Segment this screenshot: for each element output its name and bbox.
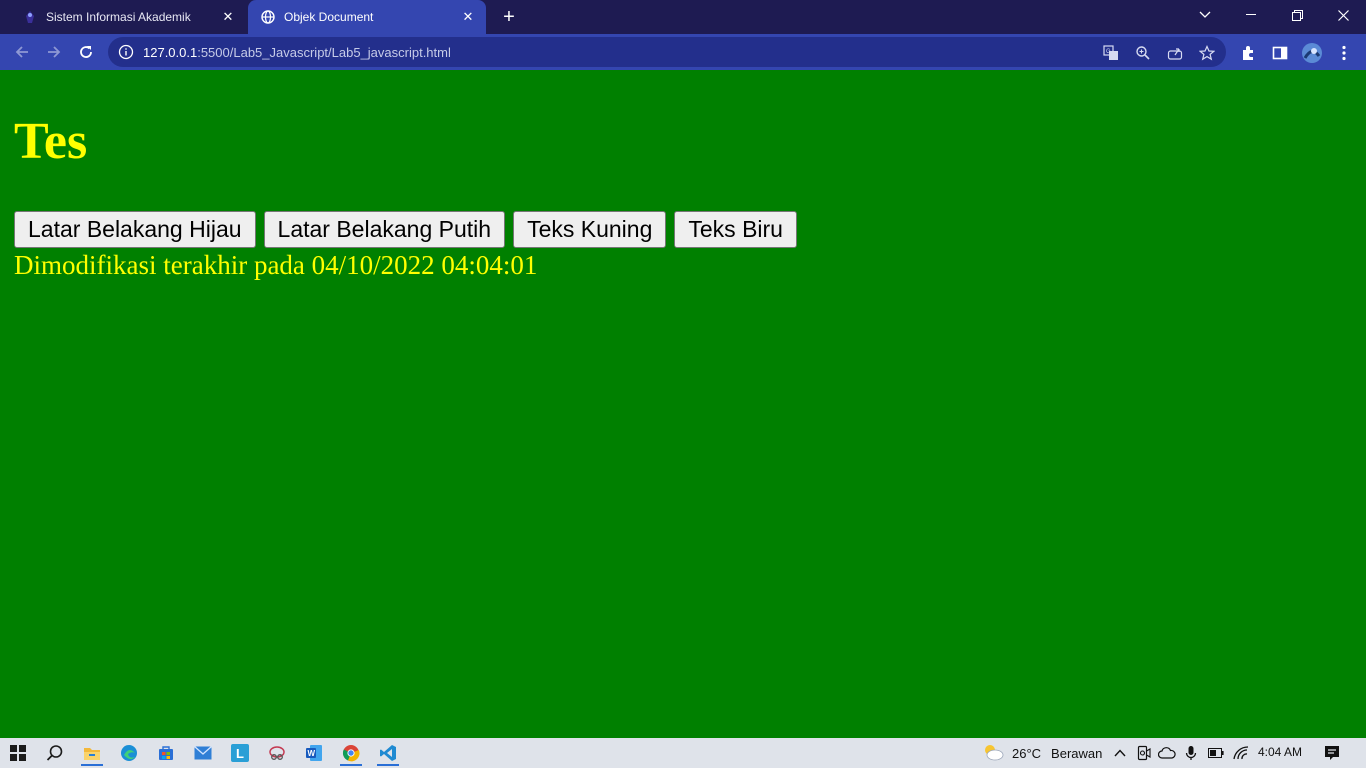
white-background-button[interactable]: Latar Belakang Putih	[263, 211, 506, 248]
bookmark-star-icon[interactable]	[1197, 43, 1217, 63]
profile-avatar[interactable]	[1301, 42, 1323, 64]
url-path: :5500/Lab5_Javascript/Lab5_javascript.ht…	[197, 45, 451, 60]
windows-taskbar: L W 26°C Berawan 4:04 AM	[0, 738, 1366, 768]
reload-icon[interactable]	[72, 38, 100, 66]
svg-text:W: W	[308, 749, 316, 758]
address-bar[interactable]: 127.0.0.1:5500/Lab5_Javascript/Lab5_java…	[108, 37, 1226, 67]
button-row: Latar Belakang Hijau Latar Belakang Puti…	[14, 211, 797, 248]
url-text[interactable]: 127.0.0.1:5500/Lab5_Javascript/Lab5_java…	[143, 45, 451, 60]
side-panel-icon[interactable]	[1269, 42, 1291, 64]
partly-cloudy-icon	[982, 743, 1004, 764]
site-info-icon[interactable]	[118, 44, 134, 60]
new-tab-button[interactable]: +	[496, 5, 522, 29]
share-icon[interactable]	[1165, 43, 1185, 63]
yellow-text-button[interactable]: Teks Kuning	[513, 211, 667, 248]
wifi-icon[interactable]	[1232, 744, 1250, 762]
blue-text-button[interactable]: Teks Biru	[674, 211, 797, 248]
svg-text:L: L	[236, 746, 244, 761]
green-background-button[interactable]: Latar Belakang Hijau	[14, 211, 256, 248]
notification-center-icon[interactable]	[1322, 743, 1342, 763]
weather-temperature: 26°C	[1012, 746, 1042, 761]
chevron-up-icon[interactable]	[1111, 744, 1129, 762]
vscode-icon[interactable]	[371, 740, 405, 766]
translate-icon[interactable]: G	[1101, 43, 1121, 63]
file-explorer-icon[interactable]	[75, 740, 109, 766]
search-icon[interactable]	[38, 740, 72, 766]
microphone-icon[interactable]	[1182, 744, 1200, 762]
zoom-icon[interactable]	[1133, 43, 1153, 63]
globe-icon	[260, 9, 276, 25]
page-viewport: Tes Latar Belakang Hijau Latar Belakang …	[0, 70, 1366, 738]
start-icon[interactable]	[1, 740, 35, 766]
browser-tab-bar: Sistem Informasi Akademik ✕ Objek Docume…	[0, 0, 1366, 34]
tab-search-icon[interactable]	[1182, 0, 1228, 30]
tab-sistem-informasi-akademik[interactable]: Sistem Informasi Akademik ✕	[8, 0, 246, 34]
taskbar-clock[interactable]: 4:04 AM	[1258, 745, 1302, 759]
meet-now-icon[interactable]	[1135, 744, 1153, 762]
extensions-icon[interactable]	[1237, 42, 1259, 64]
back-icon[interactable]	[8, 38, 36, 66]
chrome-icon[interactable]	[334, 740, 368, 766]
tab-favicon	[22, 9, 38, 25]
page-heading: Tes	[14, 113, 88, 170]
close-tab-icon[interactable]: ✕	[216, 5, 240, 29]
store-icon[interactable]	[149, 740, 183, 766]
mail-icon[interactable]	[186, 740, 220, 766]
tab-objek-document[interactable]: Objek Document ✕	[248, 0, 486, 34]
tab-title: Objek Document	[284, 10, 374, 24]
edge-icon[interactable]	[112, 740, 146, 766]
close-window-icon[interactable]	[1320, 0, 1366, 30]
weather-description: Berawan	[1051, 746, 1103, 761]
more-menu-icon[interactable]	[1333, 42, 1355, 64]
last-modified-text: Dimodifikasi terakhir pada 04/10/2022 04…	[14, 250, 538, 280]
tab-title: Sistem Informasi Akademik	[46, 10, 191, 24]
url-host: 127.0.0.1	[143, 45, 198, 60]
snipping-icon[interactable]	[260, 740, 294, 766]
battery-icon[interactable]	[1207, 744, 1225, 762]
restore-icon[interactable]	[1274, 0, 1320, 30]
svg-text:G: G	[1106, 49, 1111, 55]
forward-icon[interactable]	[40, 38, 68, 66]
minimize-icon[interactable]	[1228, 0, 1274, 30]
close-tab-icon[interactable]: ✕	[456, 5, 480, 29]
word-icon[interactable]: W	[297, 740, 331, 766]
weather-widget[interactable]: 26°C Berawan	[982, 743, 1102, 764]
onedrive-icon[interactable]	[1158, 744, 1176, 762]
browser-toolbar: 127.0.0.1:5500/Lab5_Javascript/Lab5_java…	[0, 34, 1366, 70]
l-app-icon[interactable]: L	[223, 740, 257, 766]
